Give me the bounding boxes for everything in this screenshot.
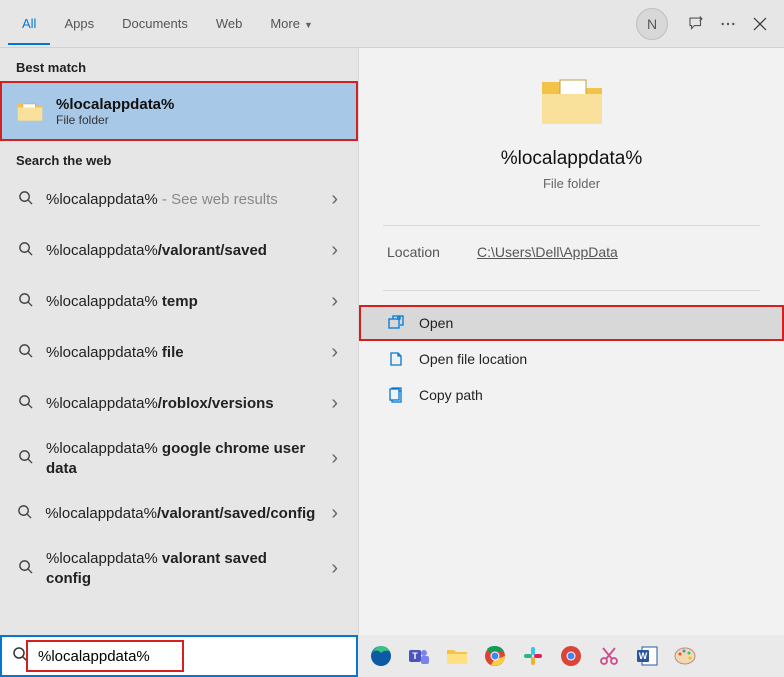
location-label: Location [387, 244, 477, 260]
web-result-text: %localappdata% file [46, 343, 315, 363]
results-panel: Best match %localappdata% File folder Se… [0, 48, 358, 635]
search-icon [12, 646, 28, 667]
search-icon [16, 559, 34, 579]
action-open-location-label: Open file location [419, 351, 527, 367]
web-result-text: %localappdata% google chrome user data [46, 439, 315, 478]
best-match-header: Best match [0, 48, 358, 81]
taskbar-explorer-icon[interactable] [442, 641, 472, 671]
chevron-right-icon[interactable]: › [327, 443, 342, 474]
taskbar-teams-icon[interactable]: T [404, 641, 434, 671]
web-result-row[interactable]: %localappdata% valorant saved config › [0, 539, 358, 598]
chevron-right-icon[interactable]: › [327, 286, 342, 317]
search-web-header: Search the web [0, 141, 358, 174]
tab-documents[interactable]: Documents [108, 2, 202, 45]
web-result-text: %localappdata%/valorant/saved/config [45, 504, 315, 524]
web-result-text: %localappdata% valorant saved config [46, 549, 315, 588]
web-result-row[interactable]: %localappdata%/valorant/saved › [0, 225, 358, 276]
preview-subtitle: File folder [543, 176, 600, 191]
tab-more[interactable]: More▼ [256, 2, 327, 45]
chevron-right-icon[interactable]: › [327, 184, 342, 215]
svg-text:T: T [412, 651, 418, 661]
best-match-subtitle: File folder [56, 113, 174, 127]
folder-icon [16, 93, 44, 129]
close-button[interactable] [744, 8, 776, 40]
web-result-row[interactable]: %localappdata% temp › [0, 276, 358, 327]
divider [383, 225, 760, 226]
open-icon [387, 315, 405, 331]
action-copy-path[interactable]: Copy path [359, 377, 784, 413]
web-result-row[interactable]: %localappdata% google chrome user data › [0, 429, 358, 488]
search-input[interactable] [38, 648, 346, 665]
web-result-row[interactable]: %localappdata%/roblox/versions › [0, 378, 358, 429]
taskbar-snip-icon[interactable] [594, 641, 624, 671]
search-icon [16, 241, 34, 261]
action-open[interactable]: Open [359, 305, 784, 341]
chevron-right-icon[interactable]: › [327, 498, 342, 529]
taskbar-slack-icon[interactable] [518, 641, 548, 671]
taskbar-word-icon[interactable]: W [632, 641, 662, 671]
web-result-row[interactable]: %localappdata% - See web results › [0, 174, 358, 225]
web-result-text: %localappdata% temp [46, 292, 315, 312]
tab-web[interactable]: Web [202, 2, 257, 45]
best-match-title: %localappdata% [56, 96, 174, 113]
tab-all[interactable]: All [8, 2, 50, 45]
taskbar-paint-icon[interactable] [670, 641, 700, 671]
user-avatar[interactable]: N [636, 8, 668, 40]
action-open-location[interactable]: Open file location [359, 341, 784, 377]
copy-icon [387, 387, 405, 403]
svg-text:W: W [639, 651, 648, 661]
search-icon [16, 292, 34, 312]
divider [383, 290, 760, 291]
web-result-text: %localappdata% - See web results [46, 190, 315, 210]
chevron-right-icon[interactable]: › [327, 337, 342, 368]
search-box[interactable] [0, 635, 358, 677]
chevron-right-icon[interactable]: › [327, 553, 342, 584]
web-result-text: %localappdata%/valorant/saved [46, 241, 315, 261]
chevron-right-icon[interactable]: › [327, 235, 342, 266]
search-tabs: All Apps Documents Web More▼ N [0, 0, 784, 48]
search-icon [16, 343, 34, 363]
file-location-icon [387, 351, 405, 367]
preview-title: %localappdata% [501, 148, 643, 170]
folder-preview-icon [540, 74, 604, 130]
taskbar-edge-icon[interactable] [366, 641, 396, 671]
web-result-row[interactable]: %localappdata% file › [0, 327, 358, 378]
search-icon [16, 394, 34, 414]
tab-apps[interactable]: Apps [50, 2, 108, 45]
web-result-row[interactable]: %localappdata%/valorant/saved/config › [0, 488, 358, 539]
chevron-right-icon[interactable]: › [327, 388, 342, 419]
taskbar-chrome-icon[interactable] [480, 641, 510, 671]
more-options-icon[interactable] [712, 8, 744, 40]
taskbar-chrome2-icon[interactable] [556, 641, 586, 671]
feedback-icon[interactable] [680, 8, 712, 40]
search-icon [16, 449, 34, 469]
search-icon [16, 504, 33, 524]
taskbar: T W [358, 635, 784, 677]
action-copy-path-label: Copy path [419, 387, 483, 403]
preview-panel: %localappdata% File folder Location C:\U… [358, 48, 784, 635]
best-match-result[interactable]: %localappdata% File folder [0, 81, 358, 141]
chevron-down-icon: ▼ [304, 20, 313, 30]
web-result-text: %localappdata%/roblox/versions [46, 394, 315, 414]
location-link[interactable]: C:\Users\Dell\AppData [477, 244, 618, 260]
search-icon [16, 190, 34, 210]
action-open-label: Open [419, 315, 453, 331]
